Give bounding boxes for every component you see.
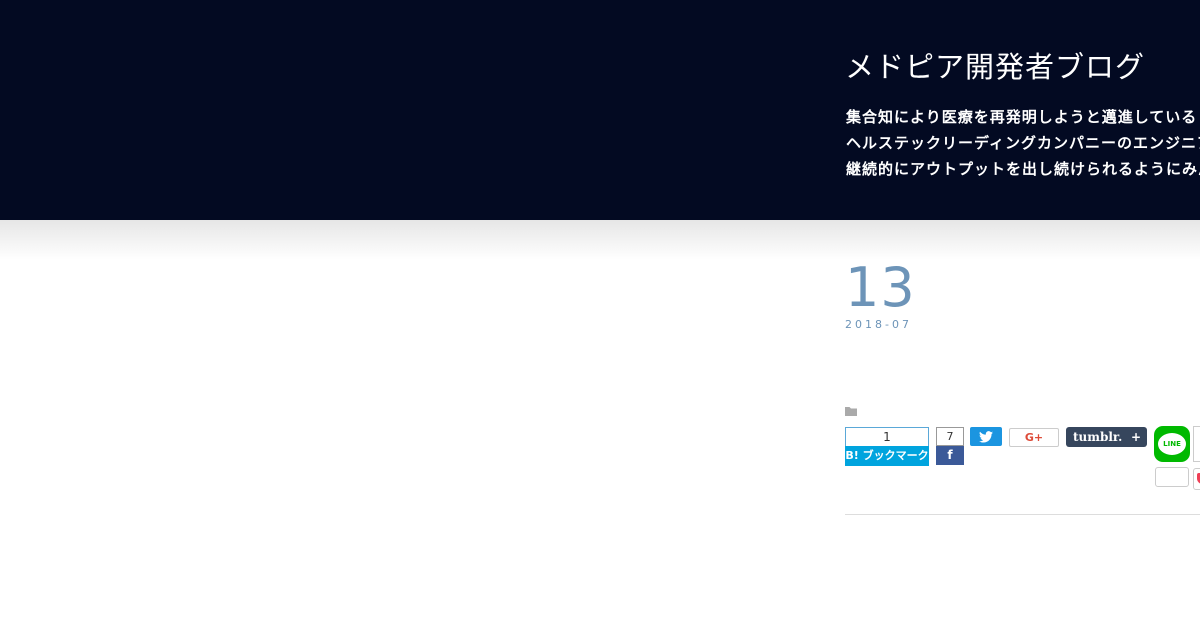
post-day: 13	[845, 256, 916, 319]
description-line: 継続的にアウトプットを出し続けられるようにみん	[846, 160, 1200, 178]
facebook-icon: f	[936, 446, 964, 465]
post-year-month: 2018-07	[845, 318, 912, 331]
line-share-button[interactable]: LINE	[1154, 426, 1190, 462]
share-count-box	[1155, 467, 1189, 487]
twitter-share-button[interactable]	[970, 427, 1002, 446]
facebook-share-button[interactable]: 7 f	[936, 427, 964, 465]
folder-icon	[845, 402, 857, 421]
tumblr-label: tumblr.	[1073, 430, 1123, 444]
divider	[845, 514, 1200, 515]
hatena-bookmark-button[interactable]: 1 B! ブックマーク	[845, 427, 929, 466]
pocket-button[interactable]	[1193, 468, 1200, 490]
hatena-bookmark-label: B! ブックマーク	[845, 446, 929, 466]
description-line: 集合知により医療を再発明しようと邁進している	[846, 108, 1198, 126]
description-line: ヘルステックリーディングカンパニーのエンジニア	[846, 134, 1200, 152]
facebook-share-count: 7	[936, 427, 964, 446]
blog-description: 集合知により医療を再発明しようと邁進している ヘルステックリーディングカンパニー…	[846, 104, 1200, 182]
google-plus-button[interactable]: G+	[1009, 428, 1059, 447]
plus-icon: +	[1130, 430, 1141, 444]
header-shadow	[0, 220, 1200, 260]
blog-title-link[interactable]: メドピア開発者ブログ	[845, 44, 1145, 86]
share-counter-box[interactable]	[1193, 426, 1200, 462]
twitter-bird-icon	[979, 430, 993, 443]
tumblr-share-button[interactable]: tumblr. +	[1066, 427, 1147, 447]
hatena-bookmark-count: 1	[845, 427, 929, 446]
line-icon: LINE	[1158, 433, 1186, 455]
site-header: メドピア開発者ブログ 集合知により医療を再発明しようと邁進している ヘルステック…	[0, 0, 1200, 220]
